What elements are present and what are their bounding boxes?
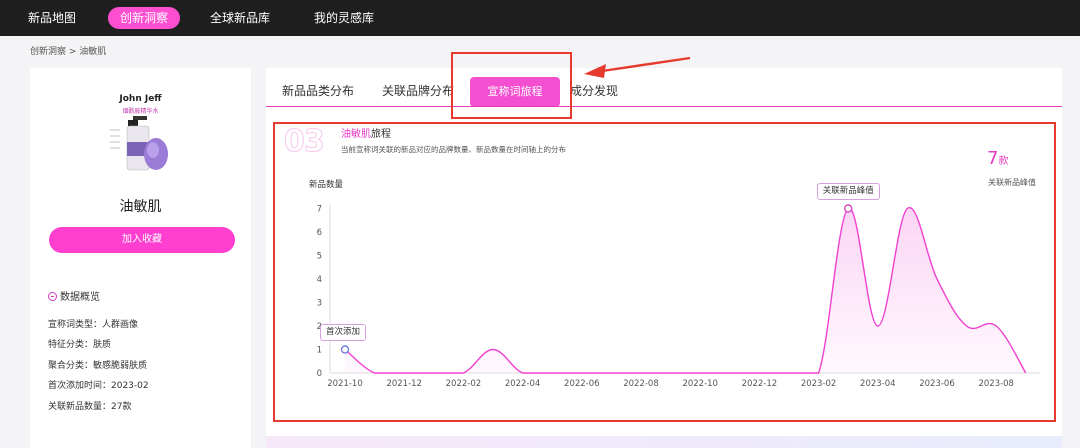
overview-line: 首次添加时间：2023-02 — [48, 381, 149, 391]
overview-line: 聚合分类：敏感脆弱肤质 — [48, 361, 148, 371]
top-nav: 新品地图 创新洞察 全球新品库 我的灵感库 — [0, 0, 1080, 36]
overview-line: 特征分类：肤质 — [48, 340, 112, 350]
left-panel: John Jeff 烟酰胺精华水 油敏肌 加入收藏 数据概览 宣称词类型：人群画… — [30, 68, 251, 448]
minus-circle-icon — [48, 292, 57, 301]
nav-item-global-new-products[interactable]: 全球新品库 — [210, 0, 270, 36]
tab-brand-distribution[interactable]: 关联品牌分布 — [382, 82, 454, 99]
arrow-icon — [584, 56, 691, 78]
overview-title-text: 数据概览 — [60, 292, 100, 303]
nav-item-new-product-map[interactable]: 新品地图 — [28, 0, 76, 36]
add-favorite-button[interactable]: 加入收藏 — [49, 227, 235, 253]
highlight-box-tab — [451, 52, 572, 119]
bottom-strip — [266, 436, 1062, 448]
tab-underline — [266, 106, 1062, 107]
nav-item-innovation-insight[interactable]: 创新洞察 — [108, 7, 181, 29]
nav-item-my-inspiration[interactable]: 我的灵感库 — [314, 0, 374, 36]
overview-title: 数据概览 — [48, 288, 100, 303]
highlight-box-chart — [273, 122, 1056, 422]
tab-ingredient-discovery[interactable]: 成分发现 — [570, 82, 618, 99]
topic-name: 油敏肌 — [119, 199, 162, 215]
product-brand-sub: 烟酰胺精华水 — [122, 108, 159, 115]
tab-category-distribution[interactable]: 新品品类分布 — [282, 82, 354, 99]
product-brand: John Jeff — [119, 94, 162, 104]
breadcrumb[interactable]: 创新洞察 > 油敏肌 — [30, 44, 106, 57]
overview-line: 宣称词类型：人群画像 — [48, 320, 139, 330]
overview-line: 关联新品数量：27款 — [48, 402, 132, 412]
